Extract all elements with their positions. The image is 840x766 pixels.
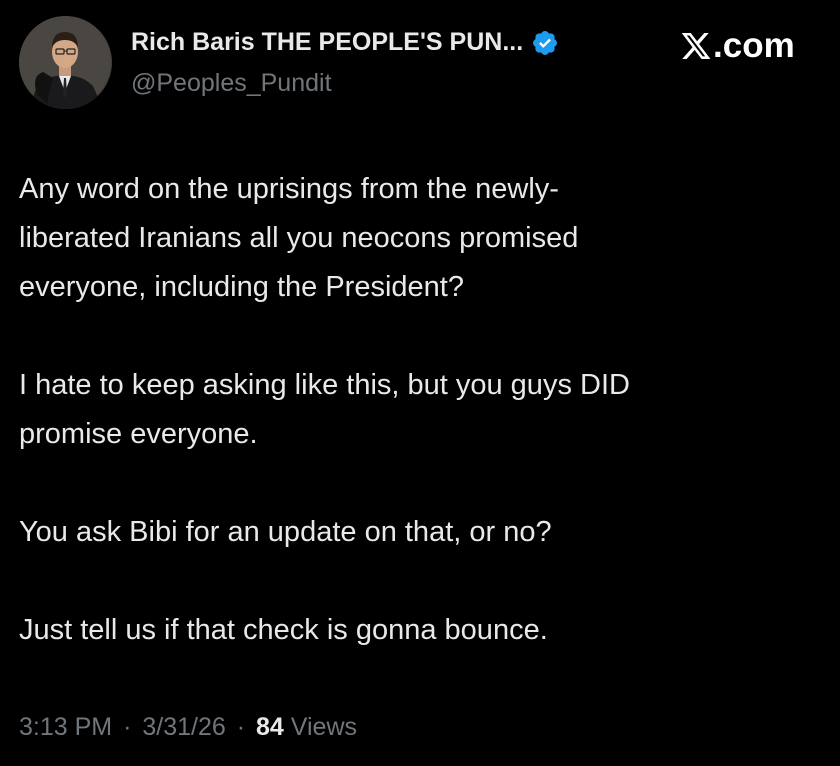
views-label: Views: [290, 713, 358, 741]
meta-separator: ·: [123, 713, 132, 741]
tweet-meta: 3:13 PM · 3/31/26 · 84 Views: [19, 713, 357, 742]
meta-separator: ·: [236, 713, 246, 741]
tweet-card: Rich Baris THE PEOPLE'S PUN... @Peoples_…: [0, 0, 840, 766]
author-handle[interactable]: @Peoples_Pundit: [131, 69, 332, 98]
tweet-paragraph-1: Any word on the uprisings from the newly…: [19, 173, 579, 303]
tweet-date[interactable]: 3/31/26: [142, 713, 225, 741]
avatar[interactable]: [19, 16, 112, 109]
author-display-name[interactable]: Rich Baris THE PEOPLE'S PUN...: [131, 28, 523, 57]
verified-badge-icon: [531, 29, 559, 57]
tweet-text: Any word on the uprisings from the newly…: [19, 165, 819, 655]
tweet-paragraph-4: Just tell us if that check is gonna boun…: [19, 614, 548, 646]
tweet-paragraph-3: You ask Bibi for an update on that, or n…: [19, 516, 552, 548]
x-logo-icon: [680, 30, 712, 62]
author-name-row: Rich Baris THE PEOPLE'S PUN...: [131, 28, 559, 57]
tweet-paragraph-2: I hate to keep asking like this, but you…: [19, 369, 630, 450]
avatar-image: [19, 16, 112, 109]
tweet-time[interactable]: 3:13 PM: [19, 713, 112, 741]
brand-label: .com: [680, 26, 795, 66]
views-count[interactable]: 84: [256, 713, 284, 741]
brand-domain-text: .com: [713, 26, 795, 65]
